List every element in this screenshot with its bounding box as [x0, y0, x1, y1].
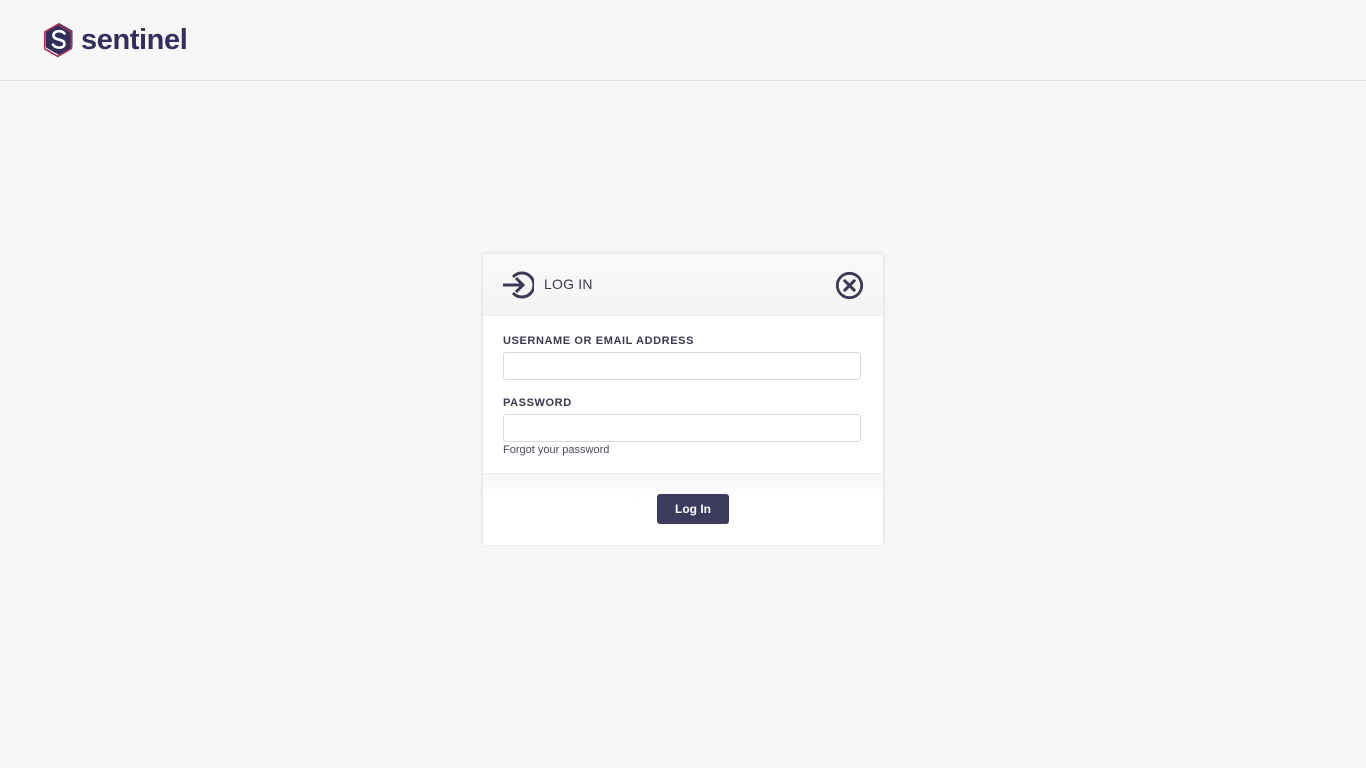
- username-label: USERNAME OR EMAIL ADDRESS: [503, 335, 695, 347]
- forgot-password-link[interactable]: Forgot your password: [503, 444, 609, 456]
- sentinel-logo-icon: [44, 23, 73, 58]
- dialog-title: LOG IN: [544, 276, 593, 292]
- login-dialog-header: LOG IN: [483, 254, 883, 316]
- login-dialog: LOG IN USERNAME OR EMAIL ADDRESS PASSWOR…: [483, 254, 883, 545]
- brand-name: sentinel: [81, 23, 188, 56]
- login-dialog-footer: Log In: [483, 473, 883, 545]
- password-input[interactable]: [503, 414, 861, 442]
- top-bar: sentinel: [0, 0, 1366, 81]
- close-circle-icon: [835, 271, 864, 300]
- brand-logo[interactable]: sentinel: [44, 22, 188, 58]
- password-label: PASSWORD: [503, 397, 572, 409]
- login-button[interactable]: Log In: [657, 494, 729, 524]
- login-arrow-icon: [503, 271, 534, 299]
- username-input[interactable]: [503, 352, 861, 380]
- close-button[interactable]: [835, 271, 864, 300]
